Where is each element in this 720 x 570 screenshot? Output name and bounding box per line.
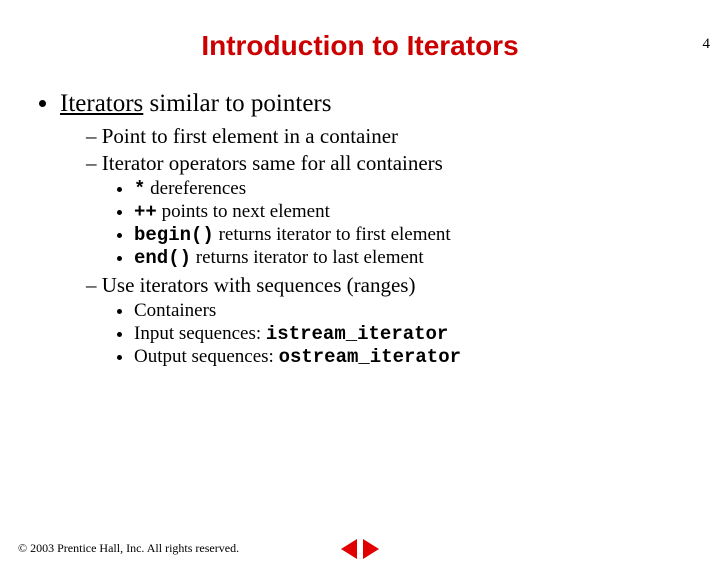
nav-arrows — [341, 539, 379, 559]
footer: © 2003 Prentice Hall, Inc. All rights re… — [18, 541, 702, 556]
seq-output: Output sequences: ostream_iterator — [134, 346, 690, 368]
op-plusplus: ++ points to next element — [134, 201, 690, 223]
op-pp-code: ++ — [134, 201, 157, 223]
subbullet-1-text: Point to first element in a container — [102, 124, 398, 148]
bullet-main-strong: Iterators — [60, 90, 143, 117]
seq-input: Input sequences: istream_iterator — [134, 323, 690, 345]
op-star: * dereferences — [134, 178, 690, 200]
subbullet-3-text: Use iterators with sequences (ranges) — [102, 273, 416, 297]
page-number: 4 — [703, 36, 711, 53]
op-begin-code: begin() — [134, 224, 214, 246]
content-area: Iterators similar to pointers Point to f… — [0, 90, 720, 368]
op-end-text: returns iterator to last element — [191, 247, 424, 268]
seq3-text: Output sequences: — [134, 346, 279, 367]
op-begin-text: returns iterator to first element — [214, 224, 451, 245]
next-arrow-icon[interactable] — [363, 539, 379, 559]
subbullet-2: Iterator operators same for all containe… — [86, 151, 690, 269]
subbullet-1: Point to first element in a container — [86, 124, 690, 149]
bullet-main: Iterators similar to pointers Point to f… — [60, 90, 690, 368]
seq-containers: Containers — [134, 300, 690, 322]
op-begin: begin() returns iterator to first elemen… — [134, 224, 690, 246]
seq1-text: Containers — [134, 300, 216, 321]
op-end-code: end() — [134, 247, 191, 269]
op-star-code: * — [134, 178, 145, 200]
bullet-main-rest: similar to pointers — [143, 90, 331, 117]
subbullet-2-text: Iterator operators same for all containe… — [102, 151, 443, 175]
copyright-text: © 2003 Prentice Hall, Inc. All rights re… — [18, 541, 239, 556]
subbullet-3: Use iterators with sequences (ranges) Co… — [86, 273, 690, 368]
op-star-text: dereferences — [145, 178, 246, 199]
slide-title: Introduction to Iterators — [0, 30, 720, 62]
seq2-text: Input sequences: — [134, 323, 266, 344]
seq2-code: istream_iterator — [266, 323, 448, 345]
seq3-code: ostream_iterator — [279, 346, 461, 368]
prev-arrow-icon[interactable] — [341, 539, 357, 559]
op-pp-text: points to next element — [157, 201, 330, 222]
op-end: end() returns iterator to last element — [134, 247, 690, 269]
